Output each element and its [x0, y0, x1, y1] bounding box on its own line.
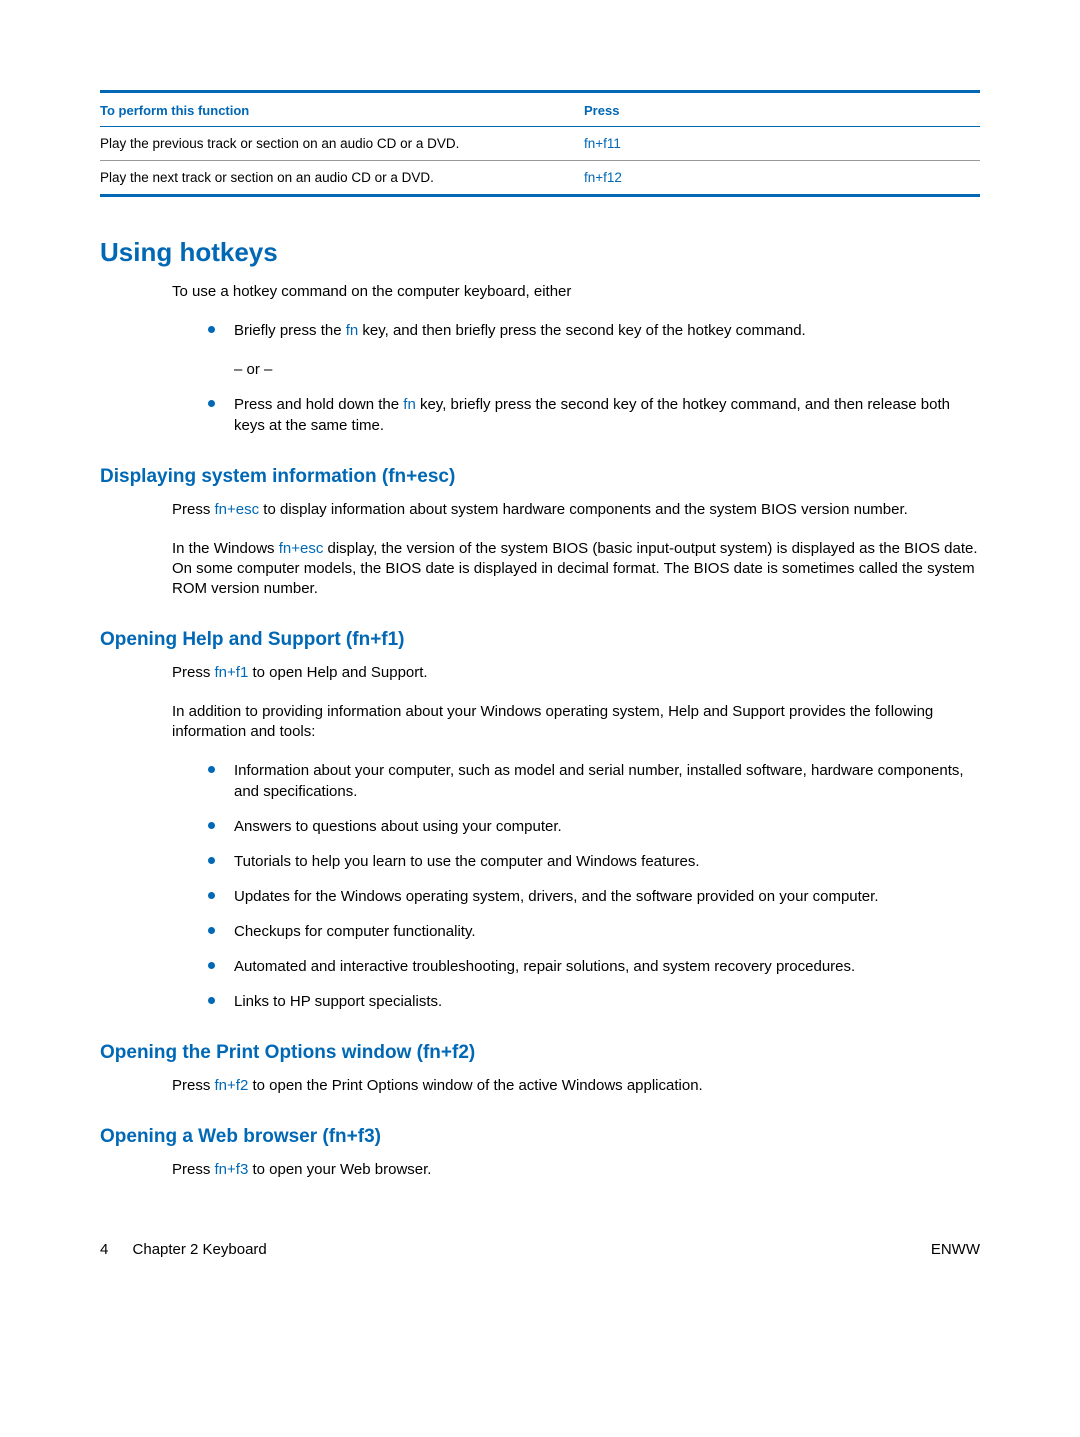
main-bullet-list: Briefly press the fn key, and then brief…: [204, 320, 980, 436]
subsection-heading-web-browser: Opening a Web browser (fn+f3): [100, 1126, 980, 1148]
list-item: Tutorials to help you learn to use the c…: [204, 851, 980, 872]
list-item: Answers to questions about using your co…: [204, 816, 980, 837]
subsection-heading-help-support: Opening Help and Support (fn+f1): [100, 629, 980, 651]
key-combo-label: fn+esc: [279, 540, 324, 557]
page-number: 4: [100, 1241, 108, 1258]
footer-right: ENWW: [931, 1241, 980, 1258]
list-item: Information about your computer, such as…: [204, 760, 980, 802]
subsection-heading-print-options: Opening the Print Options window (fn+f2): [100, 1042, 980, 1064]
list-item: Press and hold down the fn key, briefly …: [204, 394, 980, 436]
table-cell-press: fn+f12: [584, 161, 980, 196]
body-paragraph: In the Windows fn+esc display, the versi…: [172, 539, 980, 600]
fn-key-label: fn: [403, 396, 416, 413]
fn-key-label: fn: [346, 322, 359, 339]
body-paragraph: Press fn+esc to display information abou…: [172, 500, 980, 520]
body-paragraph: Press fn+f3 to open your Web browser.: [172, 1160, 980, 1180]
help-support-list: Information about your computer, such as…: [204, 760, 980, 1012]
document-page: To perform this function Press Play the …: [0, 0, 1080, 1318]
table-header-function: To perform this function: [100, 92, 584, 127]
table-cell-function: Play the next track or section on an aud…: [100, 161, 584, 196]
list-item: Checkups for computer functionality.: [204, 921, 980, 942]
hotkey-table: To perform this function Press Play the …: [100, 90, 980, 197]
list-item: Automated and interactive troubleshootin…: [204, 956, 980, 977]
key-combo-label: fn+esc: [215, 501, 260, 518]
list-item: Updates for the Windows operating system…: [204, 886, 980, 907]
list-item: Links to HP support specialists.: [204, 991, 980, 1012]
chapter-label: Chapter 2 Keyboard: [133, 1241, 267, 1258]
key-combo-label: fn+f2: [215, 1077, 249, 1094]
intro-paragraph: To use a hotkey command on the computer …: [172, 282, 980, 302]
page-footer: 4 Chapter 2 Keyboard ENWW: [100, 1241, 980, 1258]
body-paragraph: In addition to providing information abo…: [172, 702, 980, 743]
body-paragraph: Press fn+f2 to open the Print Options wi…: [172, 1076, 980, 1096]
table-row: Play the previous track or section on an…: [100, 127, 980, 161]
subsection-heading-system-info: Displaying system information (fn+esc): [100, 466, 980, 488]
footer-left: 4 Chapter 2 Keyboard: [100, 1241, 267, 1258]
table-header-press: Press: [584, 92, 980, 127]
table-row: Play the next track or section on an aud…: [100, 161, 980, 196]
list-item: Briefly press the fn key, and then brief…: [204, 320, 980, 380]
key-combo-label: fn+f1: [215, 664, 249, 681]
table-cell-press: fn+f11: [584, 127, 980, 161]
body-paragraph: Press fn+f1 to open Help and Support.: [172, 663, 980, 683]
section-heading-using-hotkeys: Using hotkeys: [100, 237, 980, 268]
table-cell-function: Play the previous track or section on an…: [100, 127, 584, 161]
or-separator: – or –: [234, 359, 980, 380]
key-combo-label: fn+f3: [215, 1161, 249, 1178]
